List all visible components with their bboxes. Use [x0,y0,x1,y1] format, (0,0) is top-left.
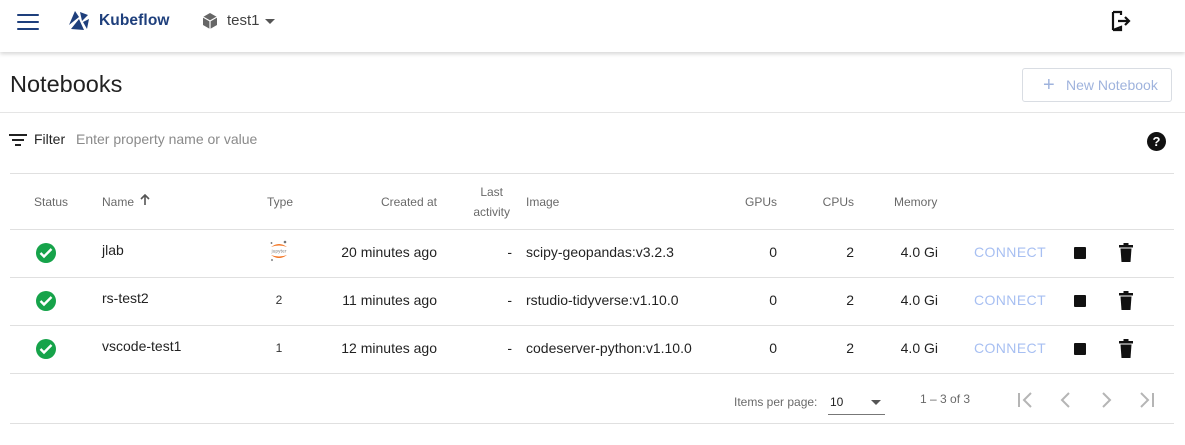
last-activity: - [507,292,512,308]
notebook-name[interactable]: rs-test2 [102,290,149,306]
new-notebook-button[interactable]: + New Notebook [1022,68,1172,102]
column-header-last-activity-line2: activity [473,205,510,219]
row-divider [10,277,1174,278]
type-value: 2 [275,293,283,307]
next-page-icon[interactable] [1094,388,1118,412]
stop-icon[interactable] [1074,295,1086,307]
trash-icon[interactable] [1118,291,1134,310]
status-ready-icon [36,291,56,311]
column-header-status: Status [34,195,69,209]
items-per-page-label: Items per page: [734,395,818,409]
stop-icon[interactable] [1074,343,1086,355]
items-per-page-value: 10 [830,395,844,409]
previous-page-icon[interactable] [1054,388,1078,412]
column-header-gpus: GPUs [744,195,777,209]
connect-button[interactable]: CONNECT [974,244,1046,260]
gpus-value: 0 [769,244,777,260]
kubeflow-logo-icon [69,11,89,30]
notebook-name[interactable]: vscode-test1 [102,338,181,354]
help-icon[interactable]: ? [1147,132,1166,151]
column-header-cpus: CPUs [822,195,854,209]
table-top-border [10,173,1174,174]
chevron-down-icon [265,19,275,24]
new-notebook-label: New Notebook [1066,77,1158,93]
brand-name: Kubeflow [99,12,170,29]
row-divider [10,373,1174,374]
jupyter-logo-icon: jupyter [271,240,287,262]
image-name: rstudio-tidyverse:v1.10.0 [526,292,679,308]
connect-button[interactable]: CONNECT [974,292,1046,308]
last-activity: - [507,340,512,356]
column-header-type: Type [267,195,294,209]
cpus-value: 2 [846,292,854,308]
logout-icon[interactable] [1110,10,1132,32]
filter-input[interactable] [76,128,576,150]
type-value: 1 [275,341,283,355]
column-header-created: Created at [380,195,437,209]
gpus-value: 0 [769,340,777,356]
filter-label: Filter [34,131,66,147]
status-ready-icon [36,339,56,359]
column-header-memory: Memory [894,195,938,209]
image-name: codeserver-python:v1.10.0 [526,340,692,356]
memory-value: 4.0 Gi [900,340,938,356]
connect-button[interactable]: CONNECT [974,340,1046,356]
divider [0,112,1185,113]
column-header-last-activity-line1: Last [480,185,503,199]
last-page-icon[interactable] [1134,388,1158,412]
hamburger-menu-icon[interactable] [17,13,41,31]
filter-icon [9,133,27,147]
chevron-down-icon [871,400,881,405]
memory-value: 4.0 Gi [900,244,938,260]
namespace-cube-icon [202,13,218,29]
plus-icon: + [1043,74,1055,96]
column-header-image: Image [526,195,560,209]
trash-icon[interactable] [1118,243,1134,262]
trash-icon[interactable] [1118,339,1134,358]
stop-icon[interactable] [1074,247,1086,259]
first-page-icon[interactable] [1014,388,1038,412]
gpus-value: 0 [769,292,777,308]
memory-value: 4.0 Gi [900,292,938,308]
created-at: 20 minutes ago [341,244,437,260]
column-header-name[interactable]: Name [102,195,134,209]
created-at: 12 minutes ago [341,340,437,356]
jupyter-logo-text: jupyter [271,249,287,254]
sort-ascending-icon[interactable] [140,194,150,206]
image-name: scipy-geopandas:v3.2.3 [526,244,674,260]
cpus-value: 2 [846,244,854,260]
namespace-label: test1 [227,12,260,29]
created-at: 11 minutes ago [342,292,437,308]
status-ready-icon [36,243,56,263]
page-range-label: 1 – 3 of 3 [920,392,971,406]
top-bar: Kubeflow test1 [0,0,1185,52]
table-bottom-border [10,423,1174,424]
items-per-page-select[interactable]: 10 [828,388,885,415]
last-activity: - [507,244,512,260]
table-header-border [10,229,1174,230]
page-title: Notebooks [10,71,123,97]
cpus-value: 2 [846,340,854,356]
notebook-name[interactable]: jlab [102,242,124,258]
row-divider [10,325,1174,326]
